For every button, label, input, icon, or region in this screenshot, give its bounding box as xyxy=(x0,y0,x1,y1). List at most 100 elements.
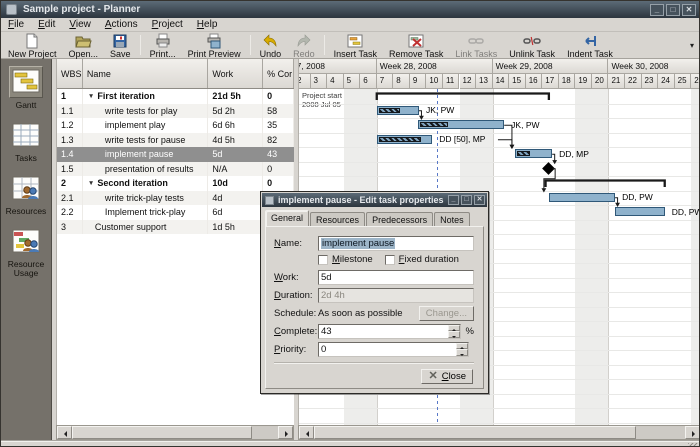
toolbar-remove-task-button[interactable]: Remove Task xyxy=(383,32,449,58)
task-row-2.1[interactable]: 2.1write trick-play tests4d xyxy=(57,191,294,206)
scroll-right-arrow[interactable] xyxy=(278,426,293,439)
complete-spin-buttons[interactable] xyxy=(448,325,460,338)
cell-wbs: 3 xyxy=(57,220,83,235)
gantt-hscrollbar[interactable] xyxy=(298,425,700,440)
title-bar[interactable]: Sample project - Planner _ □ ✕ xyxy=(1,1,699,18)
task-row-3[interactable]: 3Customer support1d 5h xyxy=(57,220,294,235)
scroll-right-arrow[interactable] xyxy=(685,426,700,439)
priority-label: Priority: xyxy=(274,344,318,355)
gantt-bar-implement-trick-play[interactable] xyxy=(615,207,665,216)
menu-project[interactable]: Project xyxy=(145,18,190,32)
toolbar-button-label: Undo xyxy=(260,49,282,59)
complete-spinner[interactable]: 43 xyxy=(318,324,461,339)
sidebar-item-resource-usage[interactable]: Resource Usage xyxy=(3,227,49,278)
progress-hatch xyxy=(420,122,447,127)
priority-spinner[interactable]: 0 xyxy=(318,342,469,357)
gantt-bar-write-trick-play-tests[interactable] xyxy=(549,193,615,202)
sidebar-item-resources[interactable]: Resources xyxy=(3,174,49,216)
tab-general[interactable]: General xyxy=(265,210,309,226)
toolbar-save-button[interactable]: Save xyxy=(104,32,137,58)
cell-wbs: 1.1 xyxy=(57,104,83,119)
dialog-minimize-button[interactable]: _ xyxy=(448,195,459,205)
toolbar-button-label: Print... xyxy=(150,49,176,59)
task-row-1.4[interactable]: 1.4implement pause5d43 xyxy=(57,147,294,162)
toolbar-indent-task-button[interactable]: Indent Task xyxy=(561,32,619,58)
sidebar-item-tasks[interactable]: Tasks xyxy=(3,121,49,163)
table-header[interactable]: WBSNameWork% Cor xyxy=(57,59,294,89)
dialog-maximize-button[interactable]: □ xyxy=(461,195,472,205)
toolbar-print-button[interactable]: Print... xyxy=(144,32,182,58)
task-row-1.3[interactable]: 1.3write tests for pause4d 5h82 xyxy=(57,133,294,148)
cell-percent-complete: 82 xyxy=(263,133,294,148)
close-task-dialog-button[interactable]: ✕ Close xyxy=(421,369,473,384)
priority-spin-buttons[interactable] xyxy=(456,343,468,356)
scroll-thumb[interactable] xyxy=(314,426,636,439)
maximize-button[interactable]: □ xyxy=(666,4,680,16)
fixed-duration-checkbox[interactable]: Fixed duration xyxy=(385,254,459,265)
toolbar-undo-button[interactable]: Undo xyxy=(254,32,288,58)
expander-triangle[interactable]: ▼ xyxy=(88,180,94,187)
task-row-1[interactable]: 1▼First iteration21d 5h0 xyxy=(57,89,294,104)
toolbar-button-label: Link Tasks xyxy=(455,49,497,59)
menu-edit[interactable]: Edit xyxy=(31,18,62,32)
week-header-cell: Week 27, 2008 xyxy=(298,59,377,74)
toolbar-open-button[interactable]: Open... xyxy=(63,32,105,58)
tab-notes[interactable]: Notes xyxy=(434,212,470,226)
cell-work: 4d xyxy=(208,191,263,206)
menu-file[interactable]: File xyxy=(1,18,31,32)
undo-icon xyxy=(261,33,279,49)
scroll-thumb[interactable] xyxy=(72,426,252,439)
tab-resources[interactable]: Resources xyxy=(310,212,365,226)
milestone-checkbox-box[interactable] xyxy=(318,255,328,265)
week-header-cell: Week 30, 2008 xyxy=(608,59,700,74)
dialog-separator xyxy=(274,362,474,364)
cell-percent-complete: 43 xyxy=(263,147,294,162)
work-input[interactable]: 5d xyxy=(318,270,474,285)
column-header-work[interactable]: Work xyxy=(208,59,263,88)
close-button[interactable]: ✕ xyxy=(682,4,696,16)
toolbar-print-preview-button[interactable]: Print Preview xyxy=(182,32,247,58)
gantt-bar-implement-play[interactable] xyxy=(418,120,504,129)
minimize-button[interactable]: _ xyxy=(650,4,664,16)
task-row-1.1[interactable]: 1.1write tests for play5d 2h58 xyxy=(57,104,294,119)
scroll-left-arrow[interactable] xyxy=(299,426,314,439)
dialog-title-bar[interactable]: implement pause - Edit task properties _… xyxy=(262,193,487,207)
sidebar-item-gantt[interactable]: Gantt xyxy=(3,66,49,110)
menu-view[interactable]: View xyxy=(62,18,98,32)
link-tasks-icon xyxy=(467,33,485,49)
toolbar-button-label: Remove Task xyxy=(389,49,443,59)
menu-actions[interactable]: Actions xyxy=(98,18,145,32)
row-gridline xyxy=(299,133,700,134)
name-input[interactable]: implement pause xyxy=(318,236,474,251)
expander-triangle[interactable]: ▼ xyxy=(88,93,94,100)
milestone-checkbox[interactable]: Milestone xyxy=(318,254,373,265)
resource-assignment-label: DD [50], MP xyxy=(439,134,485,144)
toolbar-unlink-task-button[interactable]: Unlink Task xyxy=(503,32,561,58)
dialog-close-button[interactable]: ✕ xyxy=(474,195,485,205)
column-header-name[interactable]: Name xyxy=(83,59,208,88)
toolbar-overflow-arrow[interactable]: ▾ xyxy=(686,41,698,50)
fixed-duration-checkbox-box[interactable] xyxy=(385,255,395,265)
toolbar-insert-task-button[interactable]: Insert Task xyxy=(328,32,383,58)
resource-assignment-label: DD, MP xyxy=(559,149,589,159)
task-row-2.2[interactable]: 2.2Implement trick-play6d xyxy=(57,205,294,220)
gantt-bar-implement-pause[interactable] xyxy=(515,149,552,158)
column-header-cor[interactable]: % Cor xyxy=(263,59,294,88)
toolbar: New ProjectOpen...Save Print... Print Prev… xyxy=(1,32,699,59)
day-header-cell: 8 xyxy=(393,74,410,89)
resource-assignment-label: DD, PW xyxy=(622,192,653,202)
gantt-bar-write-tests-for-play[interactable] xyxy=(377,106,419,115)
toolbar-new-project-button[interactable]: New Project xyxy=(2,32,63,58)
task-row-2[interactable]: 2▼Second iteration10d0 xyxy=(57,176,294,191)
gantt-bar-write-tests-for-pause[interactable] xyxy=(377,135,432,144)
task-row-1.2[interactable]: 1.2implement play6d 6h35 xyxy=(57,118,294,133)
menu-help[interactable]: Help xyxy=(190,18,225,32)
table-hscrollbar[interactable] xyxy=(56,425,294,440)
scroll-left-arrow[interactable] xyxy=(57,426,72,439)
milestone-diamond[interactable] xyxy=(542,162,555,175)
resize-grip[interactable] xyxy=(688,443,698,447)
cell-name: Customer support xyxy=(83,220,208,235)
tab-predecessors[interactable]: Predecessors xyxy=(366,212,433,226)
column-header-wbs[interactable]: WBS xyxy=(57,59,83,88)
task-row-1.5[interactable]: 1.5presentation of resultsN/A0 xyxy=(57,162,294,177)
